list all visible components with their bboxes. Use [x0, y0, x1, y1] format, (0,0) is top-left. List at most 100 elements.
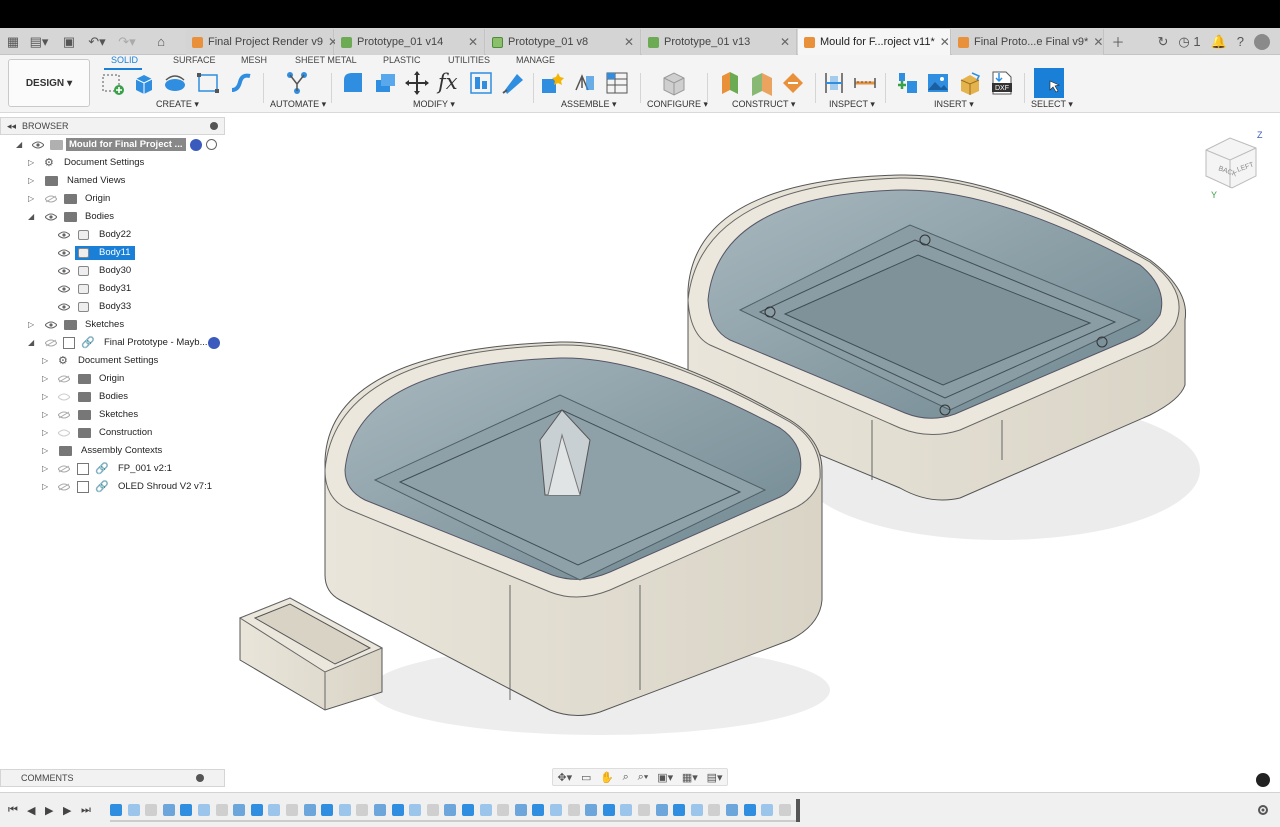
- sync-icon[interactable]: ↻: [1157, 34, 1168, 50]
- timeline-feature-icon[interactable]: [638, 804, 650, 816]
- fit-icon[interactable]: ⌕▾: [638, 771, 649, 784]
- timeline-feature-icon[interactable]: [708, 804, 721, 816]
- press-pull-icon[interactable]: [372, 70, 398, 96]
- timeline-feature-icon[interactable]: [620, 804, 633, 816]
- panel-pin-icon[interactable]: [210, 122, 218, 130]
- browser-header[interactable]: ◂◂ BROWSER: [0, 117, 225, 135]
- tab-1[interactable]: Prototype_01 v14 ✕: [335, 29, 485, 55]
- timeline-feature-icon[interactable]: [356, 804, 369, 816]
- expand-caret-icon[interactable]: ▷: [28, 194, 36, 203]
- expand-caret-icon[interactable]: ▷: [42, 446, 50, 455]
- timeline-feature-icon[interactable]: [338, 804, 351, 816]
- tree-item-body33[interactable]: Body33: [0, 298, 225, 315]
- tree-item-sub-construction[interactable]: ▷ Construction: [0, 424, 225, 441]
- tree-item-body11[interactable]: Body11: [0, 244, 225, 261]
- timeline-feature-icon[interactable]: [655, 804, 668, 816]
- construct-menu[interactable]: CONSTRUCT ▾: [732, 99, 795, 110]
- timeline-feature-icon[interactable]: [110, 804, 122, 816]
- tab-solid[interactable]: SOLID: [111, 55, 138, 69]
- timeline-feature-icon[interactable]: [303, 804, 316, 816]
- timeline-feature-icon[interactable]: [162, 804, 175, 816]
- grid-settings-icon[interactable]: ▦▾: [682, 771, 698, 784]
- chat-icon[interactable]: [1256, 773, 1270, 787]
- timeline-feature-icon[interactable]: [585, 804, 598, 816]
- hidden-eye-icon[interactable]: [58, 483, 70, 491]
- go-to-end-icon[interactable]: ⏭: [81, 804, 91, 817]
- timeline-feature-icon[interactable]: [268, 804, 281, 816]
- measure-icon[interactable]: [821, 70, 847, 96]
- insert-dxf-icon[interactable]: DXF: [989, 70, 1015, 96]
- select-icon[interactable]: [1034, 68, 1064, 98]
- look-at-icon[interactable]: ▭: [581, 771, 591, 784]
- timeline-marker[interactable]: [796, 799, 800, 822]
- inspect-menu[interactable]: INSPECT ▾: [829, 99, 875, 110]
- tab-4-active[interactable]: Mould for F...roject v11* ✕: [798, 29, 951, 55]
- move-icon[interactable]: [404, 70, 430, 96]
- expand-caret-icon[interactable]: ▷: [42, 392, 50, 401]
- pan-icon[interactable]: ✋: [600, 771, 614, 784]
- timeline-feature-icon[interactable]: [743, 804, 756, 816]
- play-icon[interactable]: ▶: [45, 804, 53, 817]
- close-icon[interactable]: ✕: [624, 35, 634, 49]
- small-block-body[interactable]: [238, 597, 384, 711]
- workspace-switcher-button[interactable]: DESIGN ▾: [8, 59, 90, 107]
- timeline-feature-icon[interactable]: [127, 804, 140, 816]
- timeline-feature-icon[interactable]: [726, 804, 738, 816]
- timeline-feature-icon[interactable]: [215, 804, 228, 816]
- tab-manage[interactable]: MANAGE: [516, 55, 555, 69]
- tab-surface[interactable]: SURFACE: [173, 55, 216, 69]
- tree-item-sub-document-settings[interactable]: ▷ ⚙ Document Settings: [0, 352, 225, 369]
- as-built-joint-icon[interactable]: [604, 70, 630, 96]
- timeline-feature-icon[interactable]: [462, 804, 474, 816]
- tree-item-oled-shroud[interactable]: ▷ 🔗 OLED Shroud V2 v7:1: [0, 478, 225, 495]
- revolve-icon[interactable]: [162, 70, 188, 96]
- timeline-feature-icon[interactable]: [426, 804, 439, 816]
- insert-mcmaster-icon[interactable]: [957, 70, 983, 96]
- undo-icon[interactable]: ↶▾: [86, 28, 108, 55]
- expand-caret-icon[interactable]: ▷: [42, 428, 50, 437]
- offset-plane-icon[interactable]: [717, 70, 743, 96]
- home-icon[interactable]: ⌂: [150, 28, 172, 55]
- interference-icon[interactable]: [852, 70, 878, 96]
- timeline-feature-icon[interactable]: [761, 804, 774, 816]
- step-back-icon[interactable]: ◀: [27, 804, 35, 817]
- timeline-feature-icon[interactable]: [690, 804, 703, 816]
- avatar[interactable]: [1254, 33, 1270, 50]
- close-icon[interactable]: ✕: [940, 35, 950, 49]
- configure-menu[interactable]: CONFIGURE ▾: [647, 99, 708, 110]
- save-icon[interactable]: ▣: [58, 28, 80, 55]
- tree-item-bodies[interactable]: ◢ Bodies: [0, 208, 225, 225]
- create-menu[interactable]: CREATE ▾: [156, 99, 199, 110]
- app-grid-icon[interactable]: ▦: [2, 28, 24, 55]
- collapse-caret-icon[interactable]: ◢: [28, 338, 36, 347]
- timeline-feature-icon[interactable]: [374, 804, 386, 816]
- gear-icon[interactable]: [1256, 803, 1270, 817]
- expand-caret-icon[interactable]: ▷: [28, 320, 36, 329]
- new-component-icon[interactable]: [540, 70, 566, 96]
- tree-item-final-prototype[interactable]: ◢ 🔗 Final Prototype - Mayb...: [0, 334, 225, 351]
- go-to-start-icon[interactable]: ⏮: [8, 804, 18, 817]
- close-icon[interactable]: ✕: [1093, 35, 1103, 49]
- hidden-eye-icon[interactable]: [45, 339, 57, 347]
- timeline-feature-icon[interactable]: [532, 804, 545, 816]
- timeline-feature-icon[interactable]: [497, 804, 510, 816]
- radio-icon[interactable]: [206, 139, 217, 150]
- visibility-eye-icon[interactable]: [58, 285, 70, 293]
- visibility-eye-icon[interactable]: [58, 249, 70, 257]
- tree-item-assembly-contexts[interactable]: ▷ Assembly Contexts: [0, 442, 225, 459]
- tree-item-sub-bodies[interactable]: ▷ Bodies: [0, 388, 225, 405]
- timeline-feature-icon[interactable]: [602, 804, 615, 816]
- timeline-feature-icon[interactable]: [145, 804, 158, 816]
- expand-caret-icon[interactable]: ▷: [28, 158, 36, 167]
- visibility-eye-icon[interactable]: [58, 303, 70, 311]
- tree-item-sub-origin[interactable]: ▷ Origin: [0, 370, 225, 387]
- viewports-icon[interactable]: ▤▾: [707, 771, 723, 784]
- visibility-eye-icon[interactable]: [58, 231, 70, 239]
- timeline-feature-icon[interactable]: [286, 804, 298, 816]
- parameters-fx-icon[interactable]: fx: [438, 70, 464, 96]
- sweep-icon[interactable]: [228, 70, 254, 96]
- help-icon[interactable]: ?: [1237, 34, 1244, 49]
- step-forward-icon[interactable]: ▶: [63, 804, 71, 817]
- expand-caret-icon[interactable]: ▷: [42, 464, 50, 473]
- create-sketch-icon[interactable]: [100, 70, 126, 96]
